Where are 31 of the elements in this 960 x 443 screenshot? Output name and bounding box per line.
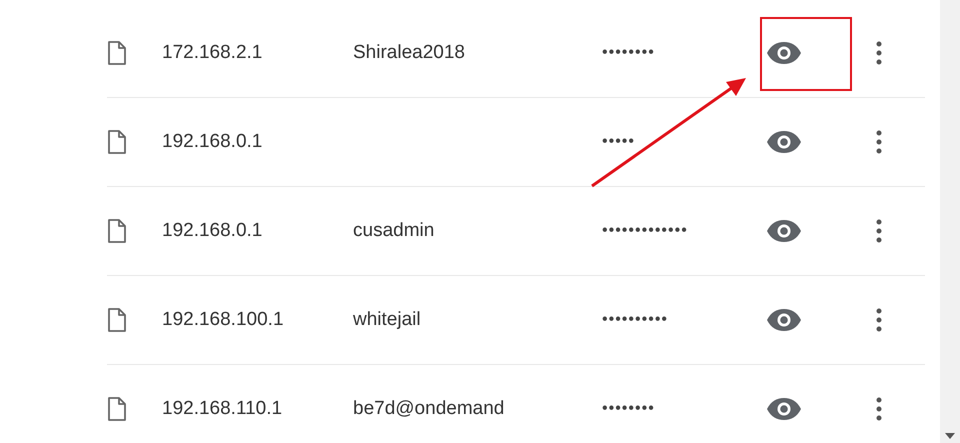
site-address: 192.168.0.1 (162, 131, 264, 153)
username: Shiralea2018 (353, 42, 466, 64)
eye-icon (766, 397, 802, 421)
username: cusadmin (353, 220, 436, 242)
file-icon (107, 308, 127, 332)
file-icon (107, 41, 127, 65)
more-icon (876, 130, 882, 154)
eye-icon (766, 308, 802, 332)
scrollbar[interactable] (940, 0, 960, 443)
masked-password: •••••••• (602, 400, 656, 418)
site-address: 192.168.0.1 (162, 220, 264, 242)
username: be7d@ondemand (353, 398, 506, 420)
file-icon (107, 219, 127, 243)
username: whitejail (353, 309, 422, 331)
site-address: 172.168.2.1 (162, 42, 264, 64)
more-icon (876, 219, 882, 243)
more-icon (876, 308, 882, 332)
more-icon (876, 41, 882, 65)
masked-password: ••••• (602, 133, 636, 151)
more-icon (876, 397, 882, 421)
eye-icon (766, 41, 802, 65)
eye-icon (766, 219, 802, 243)
eye-icon (766, 130, 802, 154)
masked-password: •••••••••• (602, 311, 670, 329)
file-icon (107, 130, 127, 154)
site-address: 192.168.100.1 (162, 309, 285, 331)
masked-password: ••••••••••••• (602, 222, 689, 240)
scroll-down-icon[interactable] (945, 433, 955, 439)
masked-password: •••••••• (602, 44, 656, 62)
site-address: 192.168.110.1 (162, 398, 284, 420)
file-icon (107, 397, 127, 421)
